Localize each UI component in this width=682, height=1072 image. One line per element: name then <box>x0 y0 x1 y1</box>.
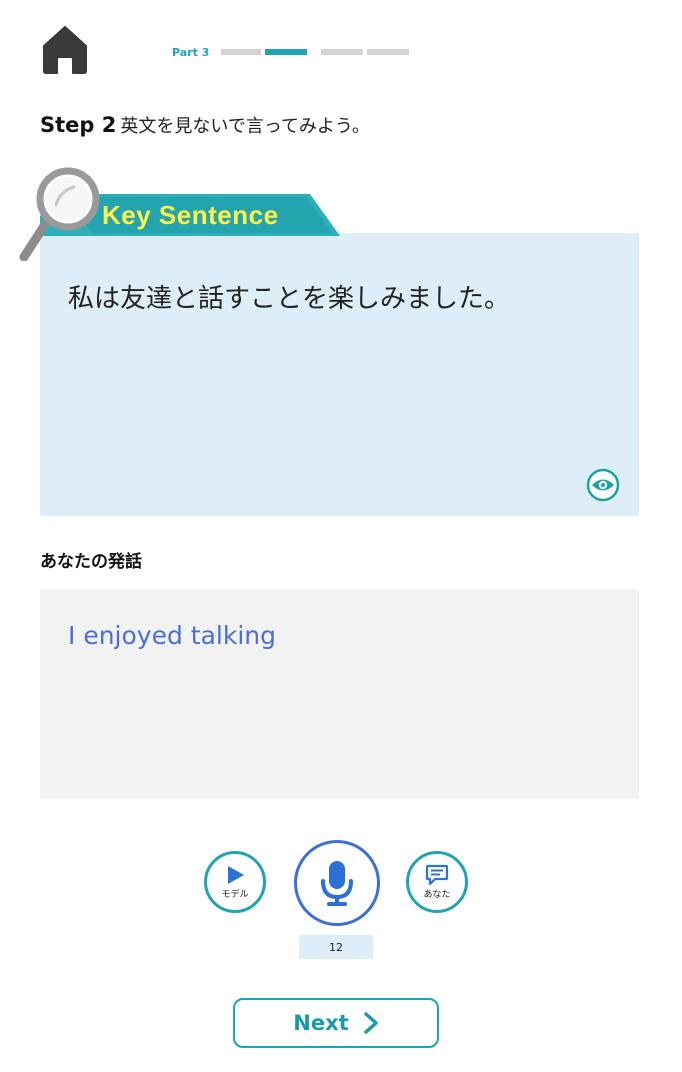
magnifier-icon <box>19 167 100 261</box>
speech-result-text: I enjoyed talking <box>68 621 276 650</box>
key-sentence-panel <box>40 233 639 516</box>
speech-bubble-icon <box>425 864 449 886</box>
key-sentence-text: 私は友達と話すことを楽しみました。 <box>68 284 511 314</box>
step-instruction: 英文を見ないで言ってみよう。 <box>120 116 370 137</box>
progress-indicator: Part 3 <box>172 44 413 60</box>
speech-section-label: あなたの発話 <box>40 552 142 572</box>
step-heading: Step 2 英文を見ないで言ってみよう。 <box>40 112 370 138</box>
progress-segment-active <box>265 49 308 55</box>
chevron-right-icon <box>363 1012 378 1034</box>
home-icon[interactable] <box>40 24 90 74</box>
key-sentence-tab-label: Key Sentence <box>102 200 279 230</box>
your-recording-button[interactable]: あなた <box>406 851 468 913</box>
play-icon <box>228 866 244 884</box>
progress-label: Part 3 <box>172 45 210 59</box>
step-label: Step 2 <box>40 113 117 137</box>
eye-icon[interactable] <box>586 468 620 502</box>
progress-segment <box>321 49 364 55</box>
next-button[interactable]: Next <box>233 998 439 1048</box>
model-button-label: モデル <box>221 890 249 900</box>
progress-segment <box>367 49 410 55</box>
microphone-icon <box>321 861 353 906</box>
progress-segment <box>221 49 262 55</box>
next-button-label: Next <box>293 1011 349 1035</box>
microphone-button[interactable] <box>294 840 380 926</box>
your-recording-label: あなた <box>423 890 451 900</box>
model-audio-button[interactable]: モデル <box>204 851 266 913</box>
recording-counter: 12 <box>299 935 373 959</box>
